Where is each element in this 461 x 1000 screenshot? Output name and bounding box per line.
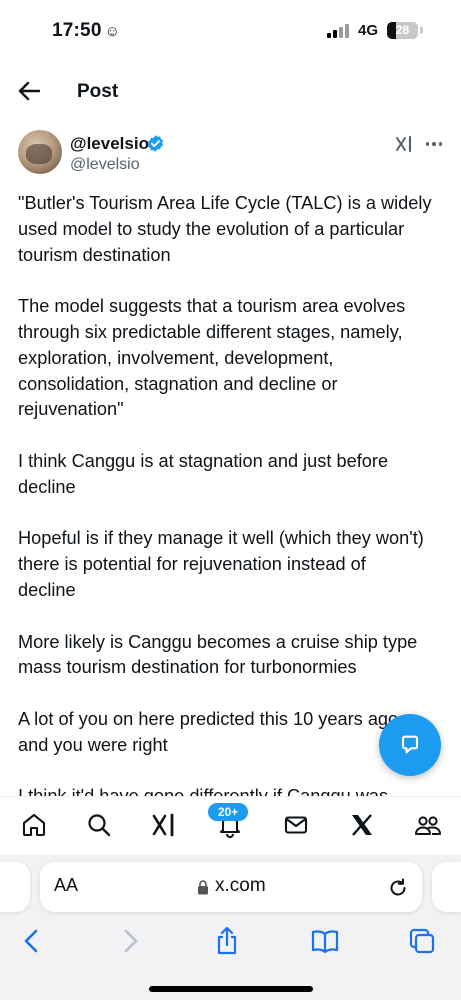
- chevron-right-icon: [124, 929, 138, 953]
- signal-icon: [327, 24, 353, 38]
- book-icon: [311, 930, 339, 954]
- next-tab-preview[interactable]: [432, 862, 461, 912]
- nav-messages[interactable]: [282, 811, 310, 839]
- nav-communities[interactable]: [414, 811, 442, 839]
- tabs-icon: [409, 928, 435, 954]
- bookmarks-button[interactable]: [310, 926, 340, 956]
- dot-icon: [425, 142, 430, 146]
- browser-toolbar: AA x.com: [0, 854, 461, 1000]
- smiley-icon: ☺: [104, 23, 121, 40]
- avatar[interactable]: [18, 130, 62, 174]
- status-time: 17:50 ☺: [52, 20, 120, 42]
- share-icon: [217, 926, 237, 955]
- post-author: @levelsio @levelsio: [0, 126, 461, 186]
- tabs-button[interactable]: [407, 926, 437, 956]
- share-button[interactable]: [212, 926, 242, 956]
- nav-search[interactable]: [85, 811, 113, 839]
- dot-icon: [432, 142, 436, 146]
- reply-bubble-icon: [401, 735, 419, 754]
- post-paragraph: Hopeful is if they manage it well (which…: [18, 528, 424, 600]
- browser-back-button[interactable]: [16, 926, 46, 956]
- verified-badge-icon: [147, 135, 164, 152]
- nav-x[interactable]: [348, 811, 376, 839]
- post-paragraph: "Butler's Tourism Area Life Cycle (TALC)…: [18, 193, 432, 265]
- author-handle[interactable]: @levelsio: [70, 156, 140, 174]
- arrow-left-icon: [18, 81, 40, 101]
- nav-grok[interactable]: [150, 811, 178, 839]
- battery-cap: [420, 27, 423, 34]
- home-icon: [22, 813, 46, 837]
- aa-label: AA: [54, 875, 79, 895]
- bottom-nav: 20+: [0, 796, 461, 854]
- mail-icon: [284, 816, 308, 834]
- previous-tab-preview[interactable]: [0, 862, 30, 912]
- back-button[interactable]: [16, 78, 42, 104]
- network-label: 4G: [358, 22, 379, 39]
- grok-icon[interactable]: [394, 134, 414, 154]
- battery-icon: 28: [387, 22, 418, 39]
- reader-settings-button[interactable]: AA: [54, 875, 78, 896]
- reload-icon[interactable]: [387, 876, 409, 898]
- post-paragraph: The model suggests that a tourism area e…: [18, 296, 406, 420]
- lock-icon: [198, 880, 208, 895]
- more-options-button[interactable]: [424, 134, 444, 154]
- x-logo-icon: [352, 814, 372, 836]
- url-text: x.com: [215, 875, 266, 896]
- grok-icon: [152, 813, 174, 837]
- browser-forward-button[interactable]: [116, 926, 146, 956]
- dot-icon: [438, 142, 443, 146]
- search-icon: [88, 814, 111, 837]
- nav-home[interactable]: [20, 811, 48, 839]
- post-header: Post: [0, 68, 461, 116]
- communities-icon: [415, 816, 441, 835]
- battery-level: 28: [395, 23, 410, 37]
- status-time-text: 17:50: [52, 20, 102, 41]
- reply-fab-button[interactable]: [379, 714, 441, 776]
- status-bar: 17:50 ☺ 4G 28: [0, 0, 461, 62]
- address-bar[interactable]: AA x.com: [40, 862, 422, 912]
- chevron-left-icon: [24, 929, 38, 953]
- post-paragraph: I think Canggu is at stagnation and just…: [18, 450, 389, 497]
- home-indicator: [149, 986, 313, 992]
- page-title: Post: [77, 81, 119, 102]
- author-display-name[interactable]: @levelsio: [70, 134, 149, 154]
- post-paragraph: More likely is Canggu becomes a cruise s…: [18, 631, 418, 678]
- notification-badge: 20+: [208, 803, 248, 821]
